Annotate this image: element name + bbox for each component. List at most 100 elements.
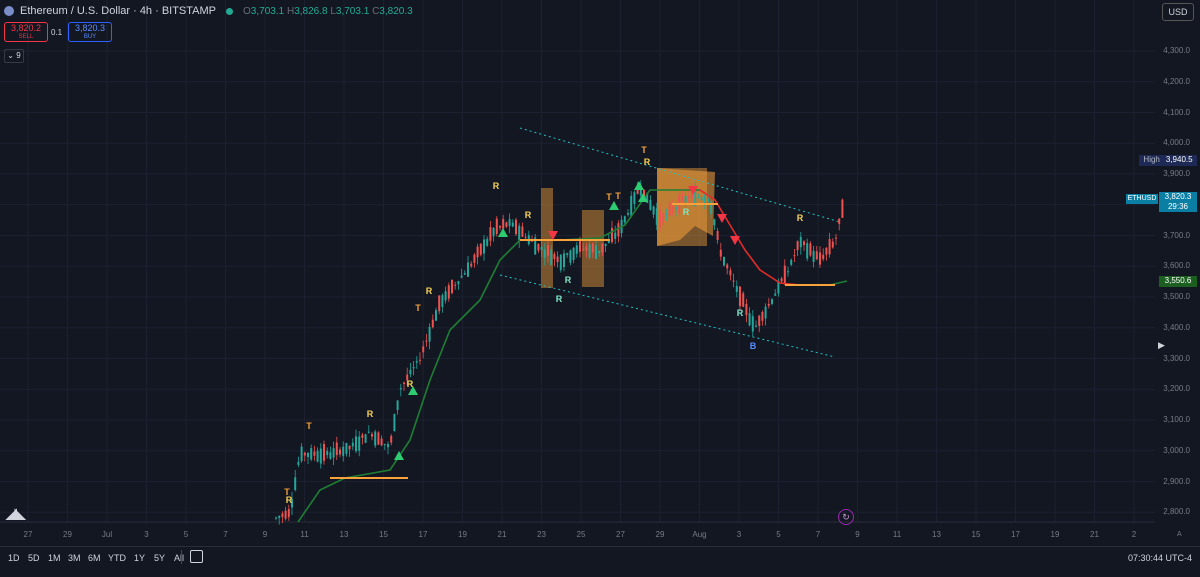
price-tick-label: 4,200.0	[1163, 76, 1190, 86]
candle-body	[559, 254, 562, 271]
symbol-tag: ETHUSD	[1126, 194, 1158, 204]
candle-body	[473, 254, 476, 263]
candle-body	[540, 246, 543, 251]
candle-body	[700, 197, 703, 201]
replay-icon[interactable]: ↻	[838, 509, 854, 525]
candle-body	[601, 243, 604, 253]
timeframe-1y[interactable]: 1Y	[134, 553, 145, 563]
time-tick-label: 11	[300, 530, 309, 539]
candle-body	[815, 251, 818, 260]
sell-button[interactable]: 3,820.2 SELL	[4, 22, 48, 42]
candle-body	[748, 313, 751, 326]
signal-label: R	[524, 210, 532, 220]
candle-body	[668, 202, 671, 216]
candle-body	[294, 477, 297, 491]
candle-body	[390, 435, 393, 443]
price-tick-label: 2,900.0	[1163, 476, 1190, 486]
time-tick-label: 21	[1090, 530, 1099, 539]
candle-body	[649, 199, 652, 210]
candle-body	[505, 222, 508, 227]
timeframe-6m[interactable]: 6M	[88, 553, 101, 563]
buy-signal-icon	[634, 181, 644, 190]
candle-body	[371, 433, 373, 437]
time-tick-label: 19	[458, 530, 467, 539]
candle-body	[755, 325, 757, 327]
candle-body	[556, 256, 559, 263]
candle-body	[275, 517, 277, 519]
candle-body	[358, 436, 361, 451]
candle-body	[486, 238, 489, 246]
candle-body	[806, 243, 809, 259]
candle-body	[761, 311, 764, 321]
clock[interactable]: 07:30:44 UTC-4	[1128, 553, 1192, 563]
auto-scale-icon[interactable]: A	[1177, 531, 1182, 538]
candle-body	[588, 244, 591, 258]
time-tick-label: 5	[776, 530, 781, 539]
market-status-icon	[226, 7, 234, 15]
candle-body	[422, 346, 425, 353]
candle-body	[662, 213, 665, 224]
price-tick-label: 4,300.0	[1163, 46, 1190, 55]
candle-body	[732, 280, 735, 282]
candle-body	[479, 243, 482, 255]
price-tick-label: 3,900.0	[1163, 169, 1190, 178]
candle-body	[569, 250, 572, 263]
candle-body	[825, 247, 828, 255]
candle-body	[499, 226, 501, 228]
candle-body	[377, 432, 380, 445]
trend-line-up	[297, 189, 700, 523]
timeframe-1m[interactable]: 1M	[48, 553, 61, 563]
candle-body	[543, 249, 546, 258]
toolbar-divider	[181, 550, 182, 564]
candle-body	[687, 195, 690, 199]
candle-body	[374, 431, 377, 446]
candle-body	[476, 246, 479, 258]
candle-body	[563, 253, 565, 268]
indicators-toggle[interactable]: ⌄ 9	[4, 49, 24, 63]
time-tick-label: 11	[892, 530, 902, 539]
candle-body	[751, 316, 754, 332]
buy-button[interactable]: 3,820.3 BUY	[68, 22, 112, 42]
candle-body	[735, 285, 738, 292]
candle-body	[707, 198, 709, 202]
candle-body	[764, 306, 767, 319]
scroll-right-icon[interactable]: ▶	[1158, 340, 1165, 351]
timeframe-1d[interactable]: 1D	[8, 553, 20, 563]
symbol-title[interactable]: Ethereum / U.S. Dollar · 4h · BITSTAMP	[20, 5, 216, 17]
price-tick-label: 4,000.0	[1163, 138, 1190, 148]
candle-body	[339, 449, 341, 455]
timeframe-5y[interactable]: 5Y	[154, 553, 165, 563]
candle-body	[575, 245, 578, 254]
date-range-icon[interactable]	[190, 550, 203, 563]
candle-body	[431, 319, 434, 328]
candle-body	[435, 310, 437, 321]
time-tick-label: 7	[815, 530, 821, 539]
candle-body	[463, 273, 466, 275]
price-chart[interactable]	[0, 0, 1200, 546]
quantity-value[interactable]: 0.1	[51, 28, 62, 37]
time-tick-label: 29	[63, 530, 72, 539]
candle-body	[652, 206, 655, 215]
candle-body	[655, 208, 658, 225]
candle-body	[284, 510, 287, 519]
timeframe-ytd[interactable]: YTD	[108, 553, 126, 563]
time-tick-label: 15	[971, 530, 981, 539]
candle-body	[412, 367, 415, 369]
candle-body	[630, 195, 633, 216]
candle-body	[518, 225, 521, 241]
currency-button[interactable]: USD	[1162, 3, 1194, 21]
time-tick-label: 27	[23, 530, 33, 539]
price-tick-label: 3,500.0	[1163, 292, 1190, 301]
candle-body	[611, 227, 613, 243]
timeframe-3m[interactable]: 3M	[68, 553, 81, 563]
candle-body	[399, 387, 402, 390]
candle-body	[799, 236, 802, 248]
candle-body	[489, 227, 492, 241]
timeframe-5d[interactable]: 5D	[28, 553, 40, 563]
time-tick-label: 9	[262, 530, 268, 539]
signal-label: R	[492, 181, 500, 191]
timeframe-all[interactable]: All	[174, 553, 184, 563]
candle-body	[780, 278, 783, 282]
time-tick-label: 3	[144, 530, 149, 539]
candle-body	[841, 199, 844, 218]
